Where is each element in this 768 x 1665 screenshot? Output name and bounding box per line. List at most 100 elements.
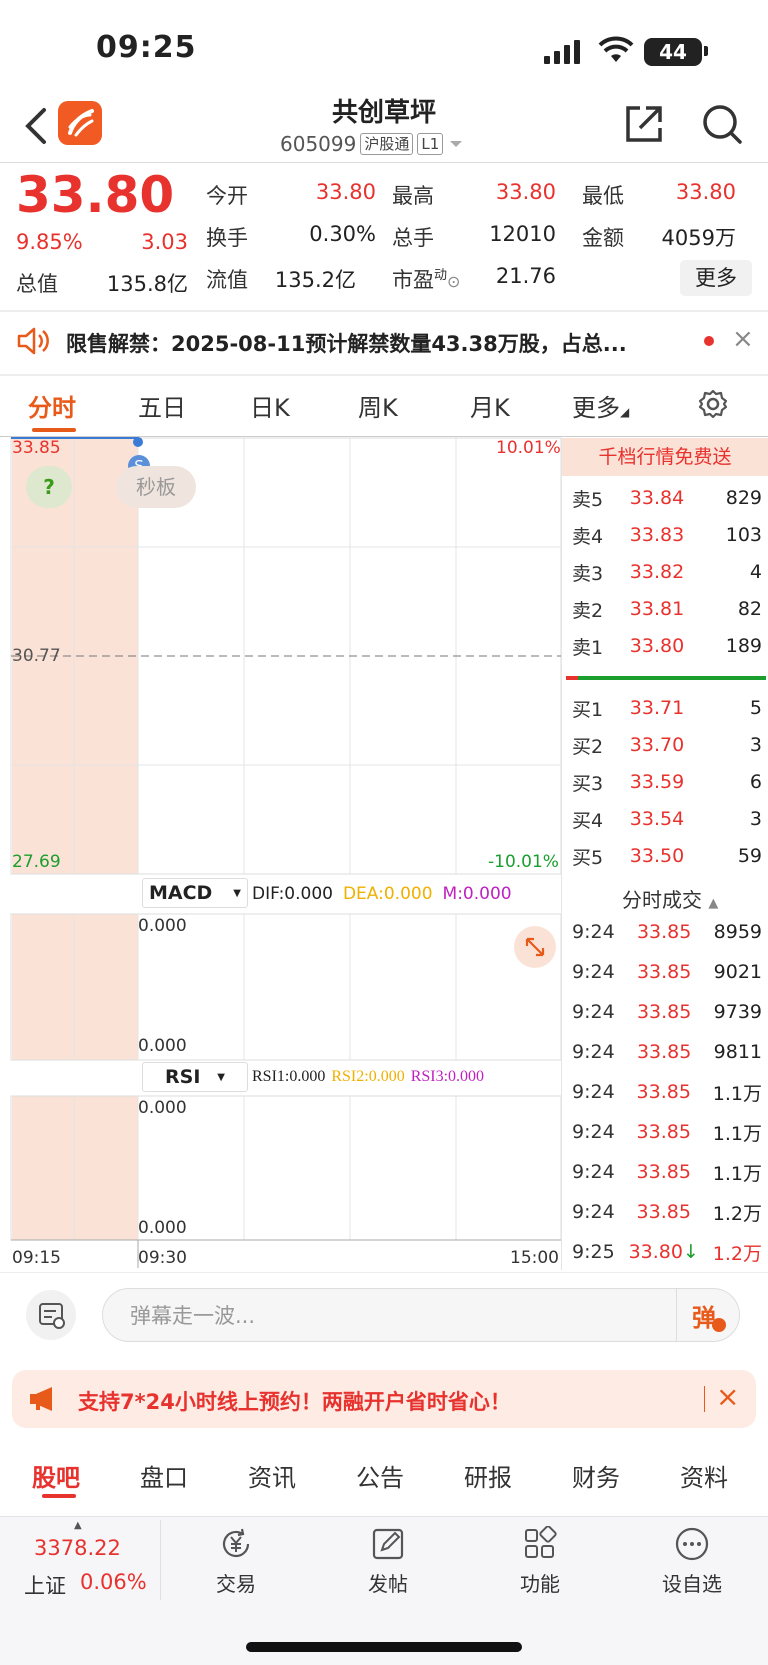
tab-five-day[interactable]: 五日 [138, 388, 186, 423]
nav-trade[interactable]: 交易 [191, 1568, 281, 1597]
divider [0, 374, 768, 376]
pct-axis-top: 10.01% [496, 438, 561, 458]
price-axis-bottom: 27.69 [12, 852, 61, 872]
nav-add-watchlist[interactable]: 设自选 [647, 1568, 737, 1597]
quote-label: 今开 [206, 184, 248, 208]
trades-title[interactable]: 分时成交 ▲ [622, 884, 718, 913]
ask-price: 33.81 [629, 598, 685, 620]
tab-intraday[interactable]: 分时 [28, 388, 76, 423]
bid-ratio-fill [566, 676, 578, 680]
trade-time: 9:24 [572, 1041, 615, 1063]
tab-monthly-k[interactable]: 月K [470, 388, 510, 423]
info-icon[interactable]: ⊙ [447, 272, 460, 291]
settings-gear-icon[interactable] [697, 388, 729, 420]
tab-forum[interactable]: 股吧 [32, 1458, 80, 1493]
quote-value: 135.2亿 [274, 268, 356, 292]
level-tag: L1 [417, 133, 444, 155]
trade-time: 9:24 [572, 1001, 615, 1023]
quote-value: 12010 [489, 222, 556, 246]
promo-close-icon[interactable]: × [716, 1380, 739, 1413]
tab-financials[interactable]: 财务 [572, 1458, 620, 1493]
rsi1: RSI1:0.000 [252, 1068, 326, 1085]
bid-price: 33.50 [629, 845, 685, 867]
unlock-notice-text[interactable]: 限售解禁：2025-08-11预计解禁数量43.38万股，占总... [66, 328, 627, 358]
trade-row: 9:24 33.85 1.1万 [572, 1072, 762, 1112]
divider [0, 1516, 768, 1517]
rsi-values: RSI1:0.000 RSI2:0.000 RSI3:0.000 [252, 1068, 484, 1086]
dropdown-icon[interactable] [447, 138, 465, 150]
ask-row: 卖2 33.81 82 [572, 591, 762, 627]
trade-price: 33.85 [636, 1201, 691, 1223]
ask-level: 卖1 [572, 636, 604, 659]
trade-row: 9:24 33.85 8959 [572, 912, 762, 952]
level-data-banner[interactable]: 千档行情免费送 [562, 438, 768, 476]
trade-price: 33.85 [636, 1041, 692, 1063]
tab-news[interactable]: 资讯 [248, 1458, 296, 1493]
macd-values: DIF:0.000 DEA:0.000 M:0.000 [252, 884, 512, 904]
quote-value: 33.80 [315, 180, 376, 204]
bid-volume: 3 [749, 734, 762, 756]
bid-level: 买2 [572, 735, 604, 758]
help-question-icon[interactable]: ? [26, 466, 72, 508]
nav-functions[interactable]: 功能 [495, 1568, 585, 1597]
quote-value: 33.80 [675, 180, 736, 204]
ask-price: 33.84 [629, 487, 685, 509]
share-icon[interactable] [622, 102, 666, 146]
yen-refresh-icon[interactable] [218, 1526, 254, 1562]
trade-volume: 1.2万 [712, 1242, 762, 1265]
index-up-caret-icon: ▲ [74, 1520, 82, 1531]
barrage-settings-icon[interactable] [26, 1290, 76, 1340]
index-value[interactable]: 3378.22 [34, 1536, 121, 1560]
index-name[interactable]: 上证 [24, 1570, 66, 1600]
tab-profile[interactable]: 资料 [680, 1458, 728, 1493]
stock-code: 605099 [280, 132, 357, 156]
more-quote-button[interactable]: 更多 [680, 260, 752, 296]
seconds-limit-badge[interactable]: 秒板 [116, 466, 196, 508]
ask-level: 卖3 [572, 562, 604, 585]
promo-text: 支持7*24小时线上预约！两融开户省时省心！ [78, 1390, 511, 1414]
macd-dea: DEA:0.000 [342, 884, 433, 904]
change-amount: 3.03 [141, 230, 188, 254]
divider [704, 1386, 705, 1412]
tab-daily-k[interactable]: 日K [250, 388, 290, 423]
trade-time: 9:24 [572, 1201, 615, 1223]
quote-value: 0.30% [309, 222, 376, 246]
divider [160, 1520, 161, 1600]
quote-value: 21.76 [495, 264, 556, 288]
barrage-placeholder: 弹幕走一波... [130, 1304, 256, 1328]
ask-volume: 103 [725, 524, 762, 546]
macd-indicator-select[interactable]: MACD ▼ [142, 878, 248, 908]
search-icon[interactable] [700, 102, 744, 146]
status-time: 09:25 [96, 30, 197, 65]
megaphone-icon [30, 1387, 52, 1411]
index-change[interactable]: 0.06% [80, 1570, 147, 1594]
quote-label: 最低 [582, 184, 624, 208]
ask-row: 卖3 33.82 4 [572, 554, 762, 590]
active-tab-indicator [42, 1494, 76, 1498]
ask-price: 33.83 [629, 524, 685, 546]
quote-label: 换手 [206, 226, 248, 250]
price-axis-top: 33.85 [12, 438, 61, 458]
tab-more[interactable]: 更多◢ [572, 388, 629, 423]
more-dots-icon[interactable] [674, 1526, 710, 1562]
exchange-tag: 沪股通 [360, 133, 414, 155]
trade-price: 33.85 [636, 1161, 691, 1183]
grid-icon[interactable] [522, 1526, 558, 1562]
notice-unread-dot [704, 336, 714, 346]
expand-icon[interactable] [514, 926, 556, 968]
tab-announcements[interactable]: 公告 [356, 1458, 404, 1493]
speaker-icon [17, 327, 49, 355]
tab-order-book[interactable]: 盘口 [140, 1458, 188, 1493]
macd-axis-top: 0.000 [138, 916, 187, 936]
tab-weekly-k[interactable]: 周K [358, 388, 398, 423]
notice-close-icon[interactable]: × [732, 324, 754, 354]
edit-icon[interactable] [370, 1526, 406, 1562]
trade-row: 9:25 33.80↓ 1.2万 [572, 1232, 762, 1272]
change-percent: 9.85% [16, 230, 83, 254]
stock-code-row[interactable]: 605099 沪股通 L1 [280, 132, 465, 156]
trade-row: 9:24 33.85 9021 [572, 952, 762, 992]
divider [561, 438, 562, 1270]
rsi-indicator-select[interactable]: RSI ▼ [142, 1062, 248, 1092]
nav-post[interactable]: 发帖 [343, 1568, 433, 1597]
tab-research[interactable]: 研报 [464, 1458, 512, 1493]
